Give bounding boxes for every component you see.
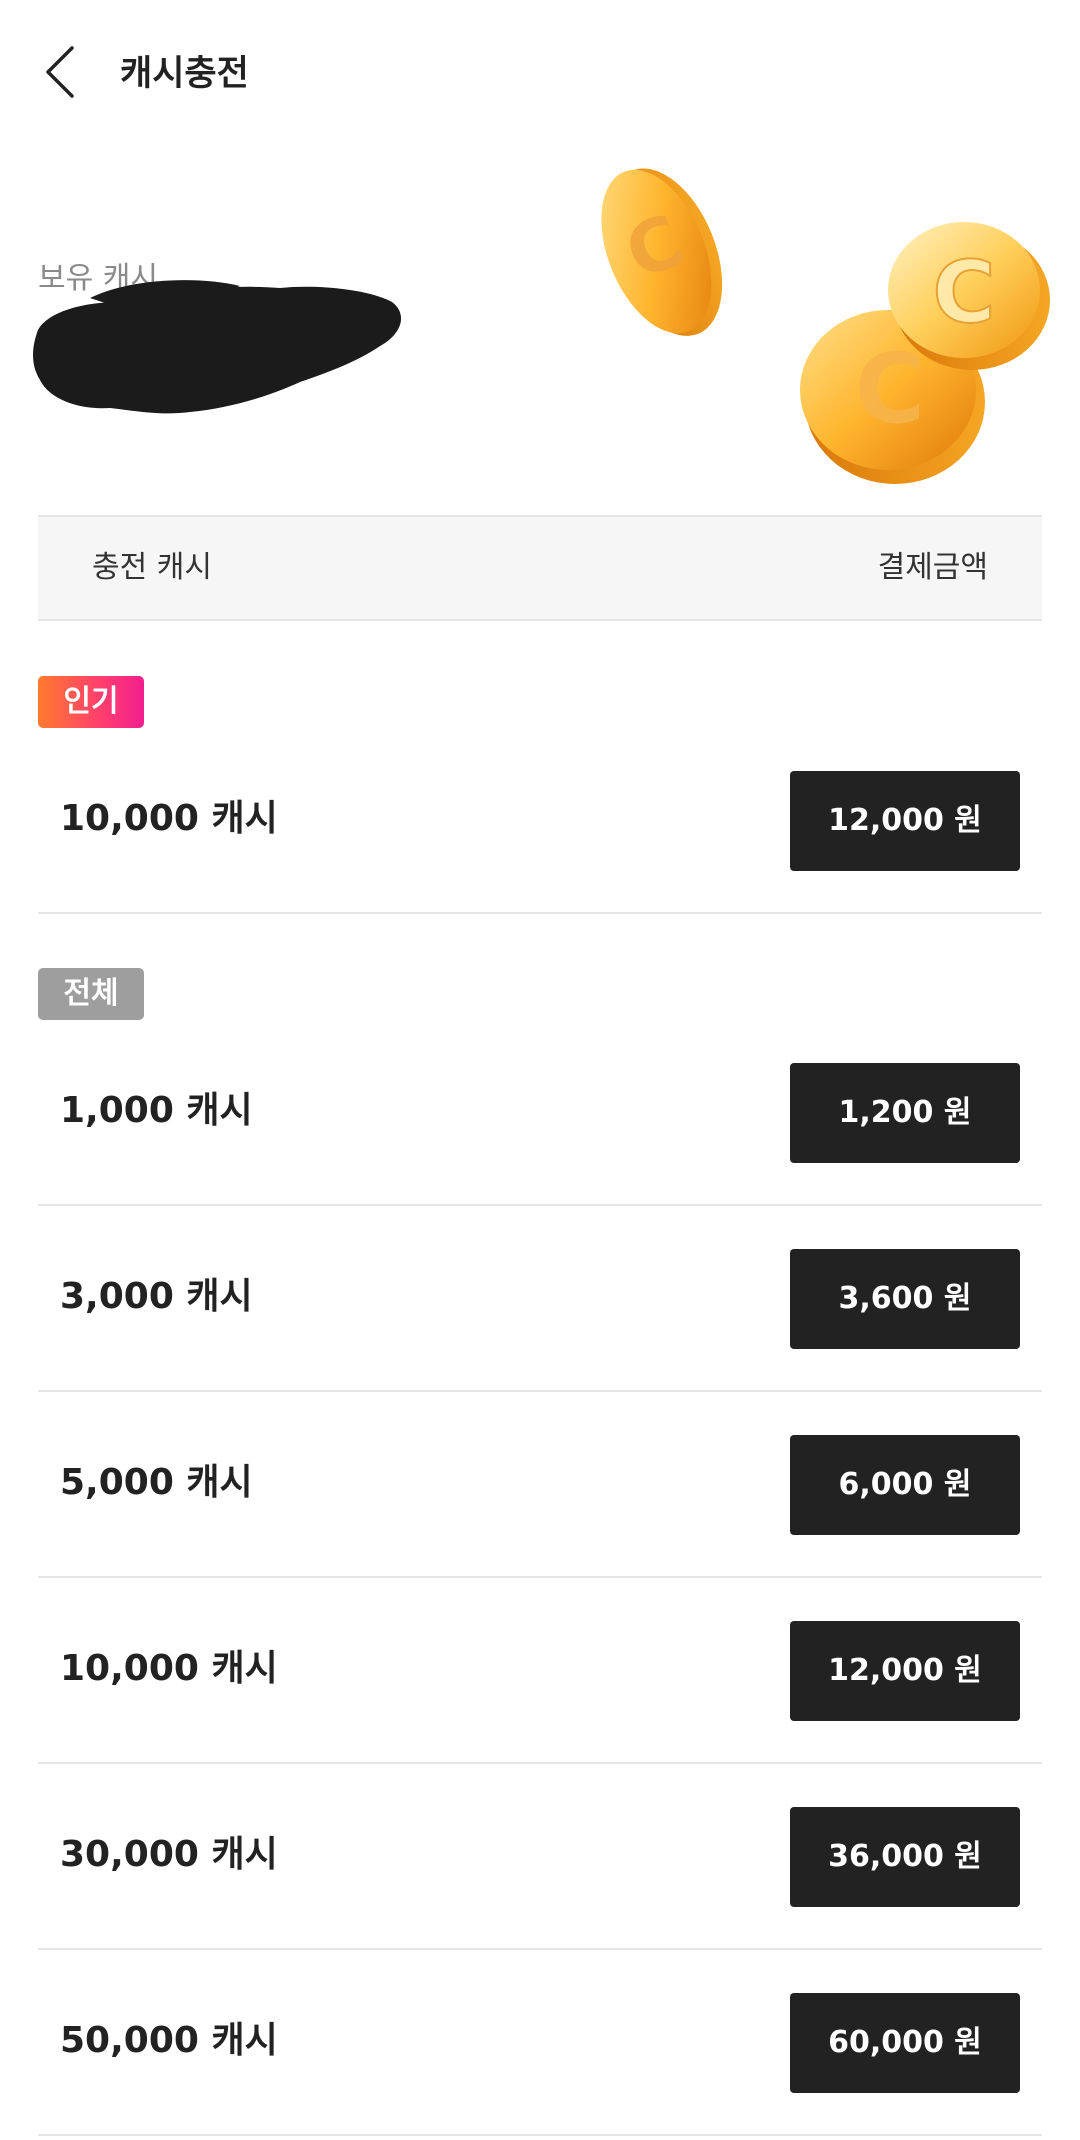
purchase-button[interactable]: 36,000 원: [790, 1807, 1020, 1907]
cash-option-row: 1,000 캐시 1,200 원: [38, 1020, 1042, 1206]
cash-amount: 10,000 캐시: [60, 1648, 278, 1689]
cash-option-row: 30,000 캐시 36,000 원: [38, 1764, 1042, 1950]
purchase-button[interactable]: 3,600 원: [790, 1249, 1020, 1349]
cash-amount: 3,000 캐시: [60, 1276, 253, 1317]
column-header-cash: 충전 캐시: [92, 550, 212, 585]
cash-option-row: 10,000 캐시 12,000 원: [38, 1578, 1042, 1764]
cash-option-row: 3,000 캐시 3,600 원: [38, 1206, 1042, 1392]
svg-text:C: C: [855, 333, 925, 445]
column-header-payment: 결제금액: [877, 550, 988, 585]
cash-amount: 10,000 캐시: [60, 798, 278, 839]
cash-amount: 1,000 캐시: [60, 1090, 253, 1131]
purchase-button[interactable]: 6,000 원: [790, 1435, 1020, 1535]
cash-amount: 30,000 캐시: [60, 1834, 278, 1875]
svg-text:C: C: [932, 243, 995, 343]
cash-option-row: 5,000 캐시 6,000 원: [38, 1392, 1042, 1578]
page-title: 캐시충전: [120, 54, 249, 94]
purchase-button[interactable]: 60,000 원: [790, 1993, 1020, 2093]
back-button[interactable]: [36, 42, 96, 102]
popular-badge: 인기: [38, 676, 144, 728]
redacted-balance-amount: [33, 280, 402, 414]
purchase-button[interactable]: 12,000 원: [790, 1621, 1020, 1721]
coin-illustration: C C C: [601, 168, 1050, 484]
purchase-button[interactable]: 12,000 원: [790, 771, 1020, 871]
cash-option-row: 10,000 캐시 12,000 원: [38, 728, 1042, 914]
all-badge: 전체: [38, 968, 144, 1020]
cash-option-row: 50,000 캐시 60,000 원: [38, 1950, 1042, 2136]
cash-amount: 5,000 캐시: [60, 1462, 253, 1503]
cash-amount: 50,000 캐시: [60, 2020, 278, 2061]
table-header: 충전 캐시 결제금액: [38, 515, 1042, 621]
app-header: 캐시충전: [0, 0, 1080, 150]
chevron-left-icon: [46, 46, 74, 98]
purchase-button[interactable]: 1,200 원: [790, 1063, 1020, 1163]
